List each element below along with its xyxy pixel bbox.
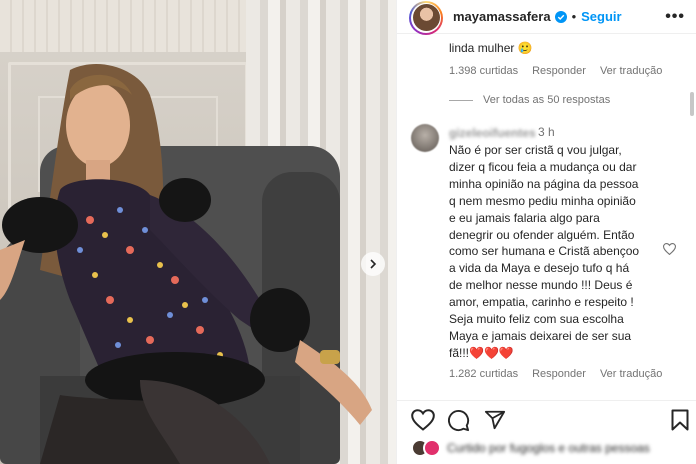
comment-line: minha opinião na página da pessoa [449, 176, 639, 191]
comment-line: a vida da Maya e desejo tufo q há [449, 261, 630, 276]
comment-line: dizer q ficou feia a mudança ou dar [449, 159, 637, 174]
liked-by-text[interactable]: Curtido por fugoglos e outras pessoas [447, 441, 650, 455]
comments-panel: mayamassafera • Seguir ••• linda mulher … [396, 0, 696, 464]
comment-line: fã!!!❤️❤️❤️ [449, 345, 514, 360]
comment-line: Não é por ser cristã q vou julgar, [449, 143, 622, 157]
comments-list: linda mulher 🥲 1.398 curtidas Responder … [397, 34, 696, 400]
post-photo [0, 0, 396, 464]
likes-row: Curtido por fugoglos e outras pessoas [397, 436, 696, 464]
view-replies-label: Ver todas as 50 respostas [483, 94, 611, 106]
prev-comment-translate-button[interactable]: Ver tradução [600, 65, 662, 77]
commenter-username[interactable]: gizeleoifuentes [449, 126, 536, 140]
comment-like-heart-icon[interactable] [662, 242, 677, 260]
comment-translate-button[interactable]: Ver tradução [600, 368, 662, 380]
prev-comment-text: linda mulher 🥲 [449, 41, 533, 55]
verified-badge-icon [554, 10, 567, 23]
liker-avatar[interactable] [423, 439, 441, 457]
send-icon[interactable] [484, 409, 506, 436]
more-options-icon[interactable]: ••• [665, 8, 685, 26]
comment-line: Maya e jamais deixarei de ser sua [449, 328, 632, 343]
comments-scrollbar[interactable] [690, 92, 694, 116]
comment-meta: 1.282 curtidas Responder Ver tradução [449, 368, 662, 380]
comment-time[interactable]: 3 h [538, 125, 555, 139]
author-username[interactable]: mayamassafera [453, 9, 551, 24]
comment-body: Não é por ser cristã q vou julgar, dizer… [449, 142, 663, 362]
photo-woman [0, 64, 372, 464]
next-photo-button[interactable] [361, 252, 385, 276]
comment-line: amor, empatia, carinho e respeito ! [449, 295, 634, 310]
prev-comment-meta: 1.398 curtidas Responder Ver tradução [449, 65, 662, 77]
post-actions-bar [397, 400, 696, 438]
bookmark-icon[interactable] [671, 409, 689, 436]
header-separator: • [571, 9, 577, 24]
comment-line: de melhor nesse mundo !!! Deus é [449, 278, 633, 293]
comment-reply-button[interactable]: Responder [532, 368, 586, 380]
author-avatar[interactable] [409, 0, 443, 35]
comment-line: Seja muito feliz com sua escolha [449, 312, 624, 327]
view-replies-line [449, 99, 473, 101]
prev-comment-likes[interactable]: 1.398 curtidas [449, 65, 518, 77]
comment-line: q nem mesmo pediu minha opinião [449, 193, 636, 208]
prev-comment-reply-button[interactable]: Responder [532, 65, 586, 77]
comment-icon[interactable] [447, 409, 470, 437]
heart-icon[interactable] [411, 409, 435, 436]
commenter-avatar[interactable] [411, 124, 439, 152]
post-header: mayamassafera • Seguir ••• [397, 0, 696, 35]
comment-line: como ser humana e Cristã abençoo [449, 244, 640, 259]
view-replies-button[interactable]: Ver todas as 50 respostas [449, 94, 610, 106]
comment-line: denegrir ou ofender alguém. Então [449, 227, 635, 242]
chevron-right-icon [370, 259, 377, 269]
comment-likes[interactable]: 1.282 curtidas [449, 368, 518, 380]
follow-button[interactable]: Seguir [581, 9, 621, 24]
comment-line: e eu jamais falaria algo para [449, 210, 600, 225]
